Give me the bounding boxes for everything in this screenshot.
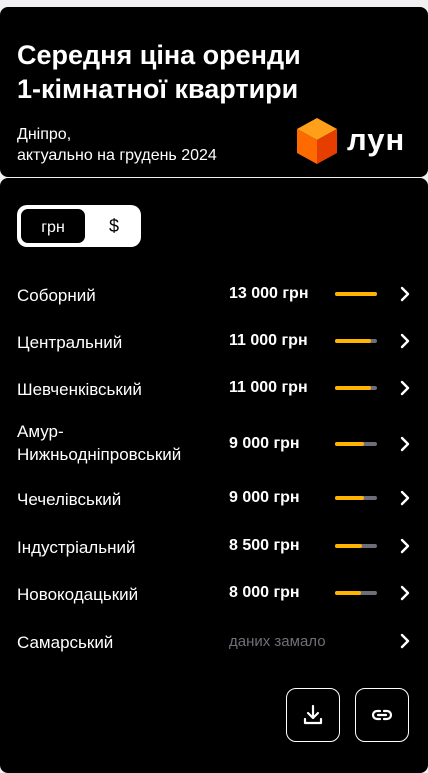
no-data-label: даних замало: [229, 633, 326, 650]
district-price: 13 000 грн: [229, 285, 309, 302]
price-bar: [335, 339, 377, 343]
chevron-right-icon: [400, 490, 410, 506]
district-name: Соборний: [17, 286, 96, 305]
district-price: 9 000 грн: [229, 435, 300, 452]
district-name-line-2: Нижньодніпровський: [17, 445, 182, 464]
district-name: Самарський: [17, 633, 114, 652]
price-bar-fill: [335, 496, 364, 500]
district-price: 9 000 грн: [229, 489, 300, 506]
district-name: Шевченківський: [17, 380, 142, 399]
price-bar-fill: [335, 544, 363, 548]
district-name: Індустріальний: [17, 538, 136, 557]
district-row-samarsky[interactable]: Самарський даних замало: [0, 628, 428, 658]
price-bar-fill: [335, 339, 371, 343]
chevron-right-icon: [400, 585, 410, 601]
district-name: Новокодацький: [17, 585, 139, 604]
header-card: Середня ціна оренди 1-кімнатної квартири…: [0, 7, 428, 177]
price-bar-fill: [335, 442, 364, 446]
city-label: Дніпро,: [17, 126, 72, 143]
logo-text: лун: [347, 122, 406, 157]
title-line-2: 1-кімнатної квартири: [17, 74, 299, 104]
title-line-1: Середня ціна оренди: [17, 40, 301, 70]
district-row-industrialny[interactable]: Індустріальний 8 500 грн: [0, 533, 428, 563]
district-price: 11 000 грн: [229, 332, 308, 349]
district-name: Амур- Нижньодніпровський: [17, 420, 217, 466]
page-title: Середня ціна оренди 1-кімнатної квартири: [17, 38, 357, 106]
lun-logo[interactable]: лун: [297, 118, 417, 164]
district-row-chechelivsky[interactable]: Чечелівський 9 000 грн: [0, 485, 428, 515]
chevron-right-icon: [400, 538, 410, 554]
download-icon: [303, 704, 323, 725]
district-name: Центральний: [17, 333, 123, 352]
chevron-right-icon: [400, 380, 410, 396]
district-price: 8 500 грн: [229, 537, 300, 554]
download-button[interactable]: [286, 688, 340, 742]
updated-label: актуально на грудень 2024: [17, 147, 217, 164]
price-bar: [335, 544, 377, 548]
district-name: Чечелівський: [17, 490, 122, 509]
price-bar-fill: [335, 292, 377, 296]
orange-cube-icon: [297, 118, 337, 164]
price-bar: [335, 591, 377, 595]
price-bar: [335, 386, 377, 390]
price-bar: [335, 496, 377, 500]
copy-link-button[interactable]: [355, 688, 409, 742]
district-row-novokodatsky[interactable]: Новокодацький 8 000 грн: [0, 580, 428, 610]
prices-card: грн $ Соборний 13 000 грн Центральний 11…: [0, 178, 428, 773]
price-bar-fill: [335, 591, 362, 595]
chevron-right-icon: [400, 633, 410, 649]
price-bar-fill: [335, 386, 371, 390]
district-row-amur-nyzhnodniprovsky[interactable]: Амур- Нижньодніпровський 9 000 грн: [0, 418, 428, 468]
chevron-right-icon: [400, 333, 410, 349]
district-price: 8 000 грн: [229, 584, 300, 601]
district-row-tsentralny[interactable]: Центральний 11 000 грн: [0, 328, 428, 358]
district-row-shevchenkivsky[interactable]: Шевченківський 11 000 грн: [0, 375, 428, 405]
currency-toggle: грн $: [17, 205, 141, 247]
currency-usd-option[interactable]: $: [89, 207, 139, 245]
subtitle: Дніпро, актуально на грудень 2024: [17, 124, 217, 166]
chevron-right-icon: [400, 286, 410, 302]
chevron-right-icon: [400, 436, 410, 452]
price-bar: [335, 442, 377, 446]
link-icon: [371, 709, 393, 721]
price-bar: [335, 292, 377, 296]
district-name-line-1: Амур-: [17, 422, 64, 441]
district-row-soborny[interactable]: Соборний 13 000 грн: [0, 281, 428, 311]
district-price: 11 000 грн: [229, 379, 308, 396]
currency-uah-option[interactable]: грн: [19, 207, 87, 245]
